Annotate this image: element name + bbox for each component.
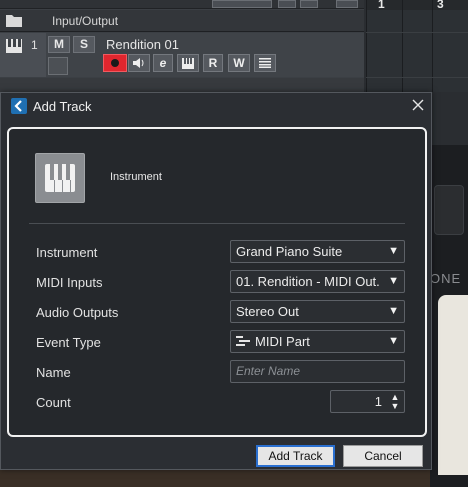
inspector-list-button[interactable] [254,54,276,72]
chevron-down-icon: ▼ [385,271,399,292]
grid-line [366,32,468,33]
audio-outputs-value: Stereo Out [236,304,299,319]
track-type-label: Instrument [110,171,162,183]
close-icon[interactable] [409,96,427,114]
monitor-icon [133,58,144,68]
track-type-icon-box [35,153,85,203]
plugin-label-fragment: ONE [430,271,462,286]
audio-outputs-label: Audio Outputs [36,305,119,320]
track-list: Input/Output 1 M S Rendition 01 e R W [0,0,364,92]
midi-inputs-value: 01. Rendition - MIDI Out. [236,274,380,289]
write-automation-button[interactable]: W [228,54,250,72]
app-root: Input/Output 1 M S Rendition 01 e R W 1 … [0,0,468,487]
edit-button[interactable]: e [153,54,173,72]
keyboard-icon [6,39,22,53]
track-name[interactable]: Rendition 01 [106,37,179,52]
count-value: 1 [374,394,382,409]
app-icon [11,98,27,114]
list-icon [259,58,271,68]
cancel-button[interactable]: Cancel [343,445,423,467]
dialog-titlebar[interactable]: Add Track [1,93,431,119]
record-enable-button[interactable] [103,54,127,72]
toolbar-button[interactable] [212,0,272,8]
midi-inputs-label: MIDI Inputs [36,275,103,290]
grid-line [432,0,433,92]
arrange-area[interactable] [366,10,468,92]
background-window-edge [0,470,430,487]
grid-line [402,0,403,92]
midi-inputs-select[interactable]: 01. Rendition - MIDI Out. ▼ [230,270,405,293]
instrument-select[interactable]: Grand Piano Suite ▼ [230,240,405,263]
track-settings-panel: Instrument Instrument Grand Piano Suite … [7,127,427,437]
toolbar-button[interactable] [278,0,296,8]
toolbar-strip [0,0,364,9]
instrument-plugin-window: ONE [430,145,468,487]
instrument-track-row[interactable]: 1 M S Rendition 01 e R W [0,33,364,77]
record-icon [111,59,119,67]
instrument-value: Grand Piano Suite [236,244,343,259]
count-label: Count [36,395,71,410]
divider [29,223,405,224]
timeline-ruler[interactable]: 1 3 [366,0,468,11]
dialog-title: Add Track [33,99,92,114]
solo-button[interactable]: S [73,36,95,53]
track-number: 1 [31,38,38,52]
plugin-control[interactable] [434,185,464,235]
spinner-control: ▲ ▼ [389,393,401,411]
toolbar-button[interactable] [300,0,318,8]
event-type-label: Event Type [36,335,101,350]
read-automation-button[interactable]: R [203,54,223,72]
plugin-panel [438,295,468,475]
chevron-down-icon: ▼ [388,305,399,317]
instrument-keyboard-icon [45,164,75,192]
spinner-down-icon[interactable]: ▼ [389,402,401,411]
grid-line [366,77,468,78]
mute-button[interactable]: M [48,36,70,53]
grid-line [366,0,367,92]
monitor-button[interactable] [128,54,150,72]
name-input[interactable]: Enter Name [230,360,405,383]
add-track-button[interactable]: Add Track [256,445,335,467]
chevron-down-icon: ▼ [388,245,399,257]
edit-instrument-button[interactable] [177,54,199,72]
toolbar-button[interactable] [336,0,358,8]
piano-icon [182,58,194,69]
chevron-down-icon: ▼ [388,335,399,347]
event-type-select[interactable]: MIDI Part ▼ [230,330,405,353]
folder-label: Input/Output [52,14,119,28]
folder-icon [6,15,22,27]
track-color-swatch[interactable] [48,57,68,75]
empty-track-area [0,78,364,92]
midi-part-icon [236,336,250,346]
folder-track-row[interactable]: Input/Output [0,10,364,32]
count-stepper[interactable]: 1 ▲ ▼ [330,390,405,413]
instrument-label: Instrument [36,245,98,260]
add-track-dialog: Add Track Instrument Instrument Grand Pi… [0,92,432,470]
audio-outputs-select[interactable]: Stereo Out ▼ [230,300,405,323]
name-label: Name [36,365,71,380]
event-type-value: MIDI Part [255,334,310,349]
